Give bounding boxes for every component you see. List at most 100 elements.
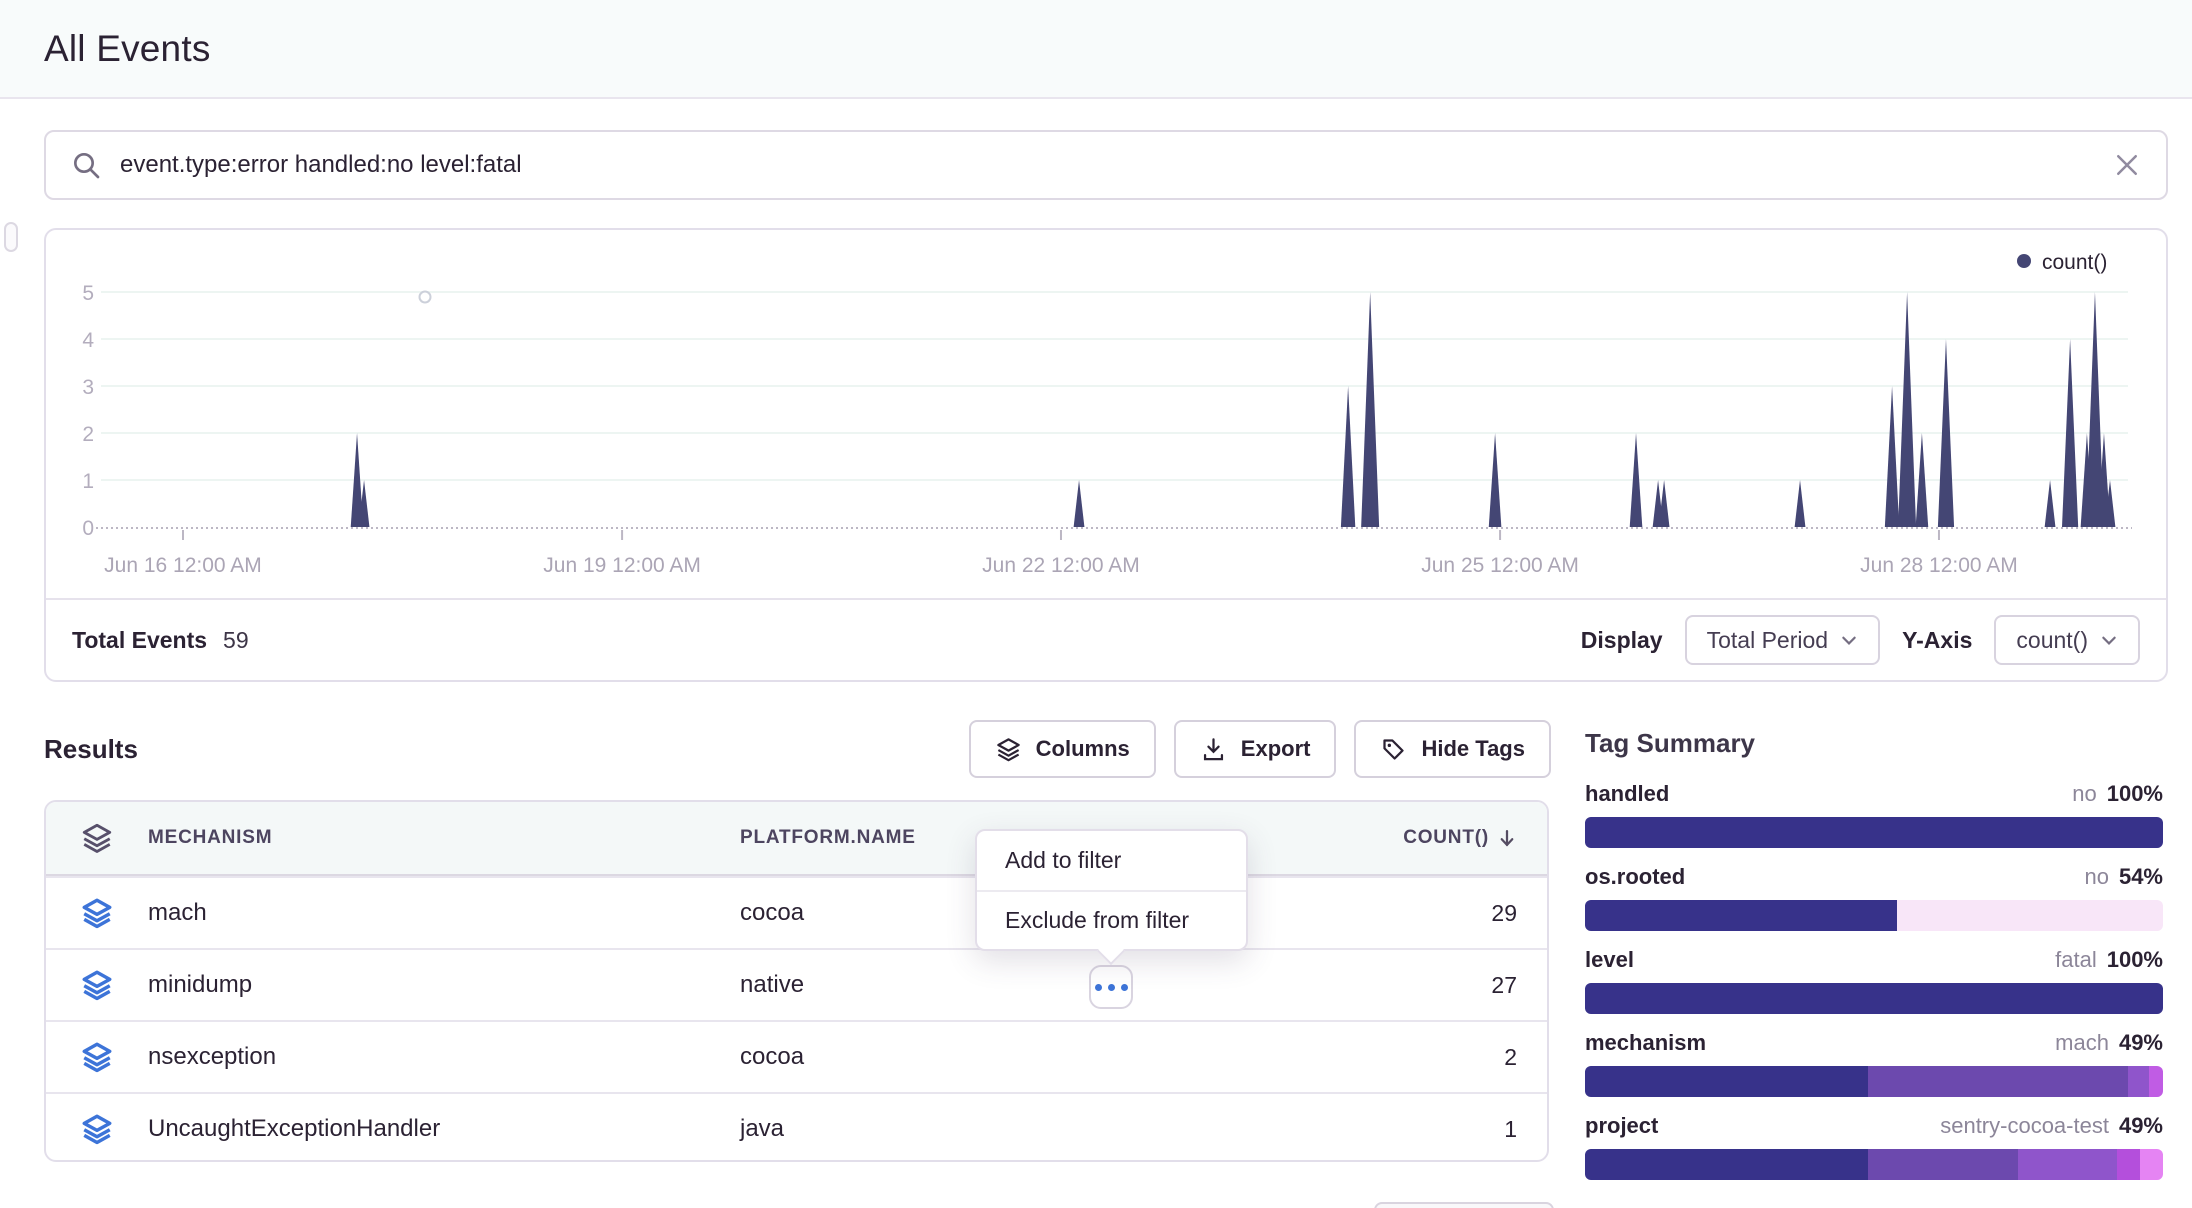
svg-text:2: 2 <box>82 423 94 446</box>
cell-count: 27 <box>1491 972 1547 999</box>
tag-bar-segment <box>1897 900 2163 931</box>
svg-text:Jun 28 12:00 AM: Jun 28 12:00 AM <box>1860 554 2018 577</box>
tag-bar[interactable] <box>1585 1066 2163 1097</box>
chart-footer: Total Events 59 Display Total Period Y-A… <box>46 598 2166 680</box>
svg-text:3: 3 <box>82 376 94 399</box>
svg-text:Jun 16 12:00 AM: Jun 16 12:00 AM <box>104 554 262 577</box>
total-events-label: Total Events <box>72 627 207 654</box>
svg-text:0: 0 <box>82 517 94 540</box>
tag-icon <box>1380 736 1407 763</box>
tag-name: handled <box>1585 781 1669 807</box>
svg-text:Jun 22 12:00 AM: Jun 22 12:00 AM <box>982 554 1140 577</box>
tag-summary: Tag Summary handled no 100% os.rooted no… <box>1585 722 2163 1196</box>
total-events-value: 59 <box>223 627 249 654</box>
column-header-count[interactable]: COUNT() <box>1403 827 1547 849</box>
cell-mechanism: mach <box>148 899 740 927</box>
dot <box>1121 984 1128 991</box>
row-drilldown-icon[interactable] <box>80 896 114 930</box>
search-icon <box>70 149 102 181</box>
tag-top-value: sentry-cocoa-test <box>1940 1113 2109 1139</box>
svg-text:count(): count() <box>2042 251 2107 274</box>
cell-count: 1 <box>1504 1116 1547 1143</box>
tag-name: level <box>1585 947 1634 973</box>
tag-bar-segment <box>1585 900 1897 931</box>
tag-name: mechanism <box>1585 1030 1706 1056</box>
svg-text:1: 1 <box>82 470 94 493</box>
tag-bar[interactable] <box>1585 983 2163 1014</box>
tag-bar[interactable] <box>1585 817 2163 848</box>
tag-item: project sentry-cocoa-test 49% <box>1585 1113 2163 1180</box>
table-row[interactable]: UncaughtExceptionHandler java 1 <box>46 1092 1547 1162</box>
events-chart-card: 012345Jun 16 12:00 AMJun 19 12:00 AMJun … <box>44 228 2168 682</box>
search-bar[interactable] <box>44 130 2168 200</box>
dot <box>1095 984 1102 991</box>
tag-top-value: mach <box>2055 1030 2109 1056</box>
cell-platform: cocoa <box>740 1043 1297 1071</box>
tag-percent: 49% <box>2119 1113 2163 1139</box>
table-row[interactable]: minidump native 27 <box>46 948 1547 1020</box>
tag-bar-segment <box>2140 1149 2163 1180</box>
columns-button[interactable]: Columns <box>969 720 1156 778</box>
panel-resize-handle[interactable] <box>4 222 18 252</box>
tag-top-value: no <box>2072 781 2096 807</box>
results-header: Results Columns Export Hide Tags <box>44 716 1551 782</box>
tag-item: os.rooted no 54% <box>1585 864 2163 931</box>
cell-actions-button[interactable] <box>1089 965 1133 1009</box>
header-layers-icon <box>80 821 114 855</box>
tag-bar-segment <box>2128 1066 2148 1097</box>
tag-bar-segment <box>2018 1149 2116 1180</box>
page-title: All Events <box>44 28 211 70</box>
display-label: Display <box>1581 627 1663 654</box>
dot <box>1108 984 1115 991</box>
tag-summary-title: Tag Summary <box>1585 728 2163 759</box>
sort-desc-icon <box>1497 828 1517 848</box>
cell-mechanism: nsexception <box>148 1043 740 1071</box>
tag-bar-segment <box>2149 1066 2163 1097</box>
hide-tags-button[interactable]: Hide Tags <box>1354 720 1551 778</box>
pagination-partial[interactable] <box>1374 1202 1554 1208</box>
table-row[interactable]: nsexception cocoa 2 <box>46 1020 1547 1092</box>
tag-item: handled no 100% <box>1585 781 2163 848</box>
results-toolbar: Columns Export Hide Tags <box>969 720 1551 778</box>
row-drilldown-icon[interactable] <box>80 1040 114 1074</box>
tag-item: level fatal 100% <box>1585 947 2163 1014</box>
all-events-page: All Events 012345Jun 16 12:00 AMJun 19 1… <box>0 0 2192 1208</box>
export-button[interactable]: Export <box>1174 720 1337 778</box>
tag-percent: 54% <box>2119 864 2163 890</box>
cell-count: 29 <box>1491 900 1547 927</box>
cell-actions-menu: Add to filter Exclude from filter <box>975 829 1248 951</box>
tag-item: mechanism mach 49% <box>1585 1030 2163 1097</box>
tag-percent: 49% <box>2119 1030 2163 1056</box>
chevron-down-icon <box>2100 631 2118 649</box>
display-dropdown[interactable]: Total Period <box>1685 615 1880 665</box>
total-events: Total Events 59 <box>72 627 249 654</box>
table-row[interactable]: mach cocoa 29 <box>46 876 1547 948</box>
row-drilldown-icon[interactable] <box>80 968 114 1002</box>
tag-name: os.rooted <box>1585 864 1685 890</box>
chevron-down-icon <box>1840 631 1858 649</box>
column-header-mechanism[interactable]: MECHANISM <box>148 827 740 849</box>
menu-item-add-to-filter[interactable]: Add to filter <box>977 831 1246 890</box>
download-icon <box>1200 736 1227 763</box>
tag-bar-segment <box>1868 1149 2018 1180</box>
search-input[interactable] <box>120 151 2112 179</box>
results-title: Results <box>44 734 138 765</box>
cell-mechanism: UncaughtExceptionHandler <box>148 1115 740 1143</box>
y-axis-label: Y-Axis <box>1902 627 1972 654</box>
row-drilldown-icon[interactable] <box>80 1112 114 1146</box>
clear-search-icon[interactable] <box>2112 150 2142 180</box>
svg-text:4: 4 <box>82 329 94 352</box>
cell-platform: native <box>740 971 1297 999</box>
y-axis-dropdown[interactable]: count() <box>1994 615 2140 665</box>
tag-bar-segment <box>1868 1066 2128 1097</box>
tag-bar[interactable] <box>1585 900 2163 931</box>
tag-bar-segment <box>1585 1066 1868 1097</box>
events-chart-svg: 012345Jun 16 12:00 AMJun 19 12:00 AMJun … <box>46 230 2166 598</box>
cell-mechanism: minidump <box>148 971 740 999</box>
tag-bar[interactable] <box>1585 1149 2163 1180</box>
svg-text:Jun 25 12:00 AM: Jun 25 12:00 AM <box>1421 554 1579 577</box>
table-header-row: MECHANISM PLATFORM.NAME COUNT() <box>46 802 1547 876</box>
tag-top-value: no <box>2084 864 2108 890</box>
page-header: All Events <box>0 0 2192 99</box>
cell-platform: java <box>740 1115 1297 1143</box>
